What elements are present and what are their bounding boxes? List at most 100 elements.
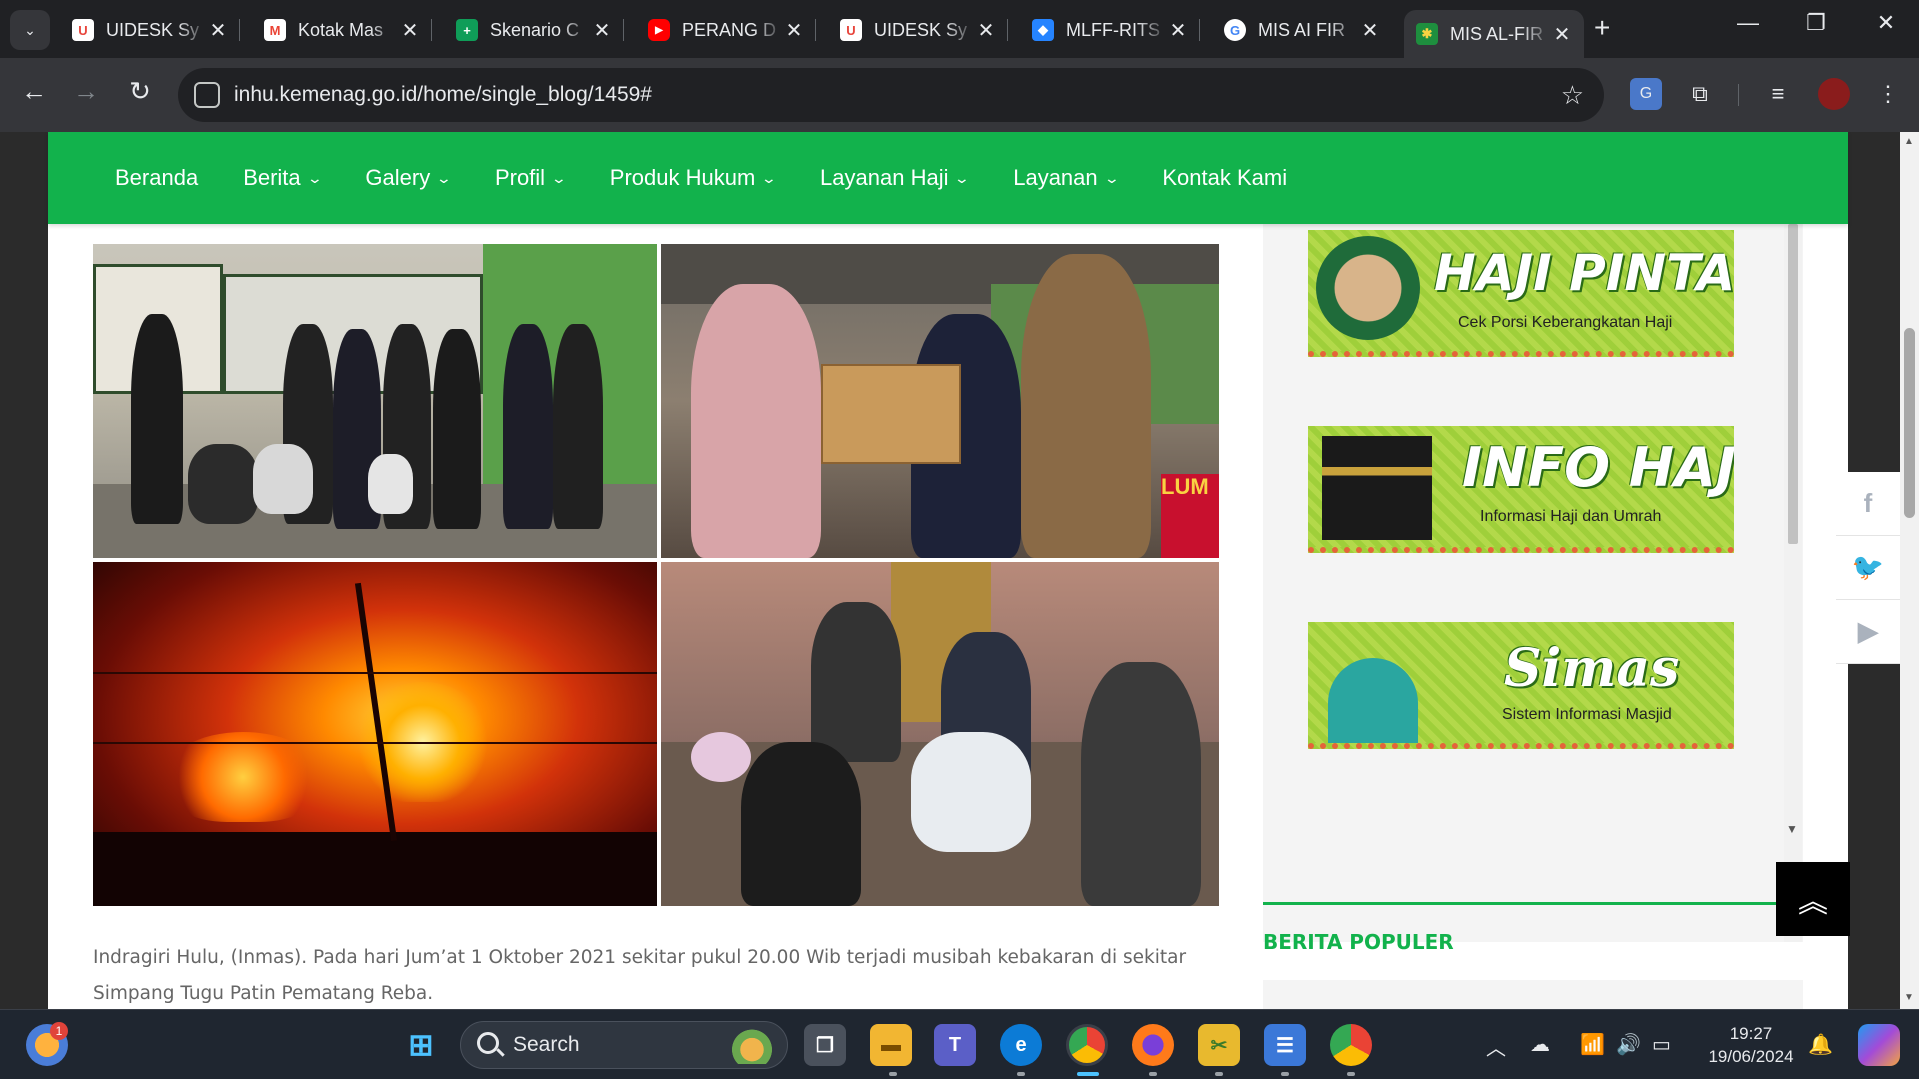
browser-tab[interactable]: + Skenario C ✕ [444, 10, 624, 50]
snipping-tool-icon[interactable]: ✂ [1198, 1024, 1240, 1066]
facebook-icon[interactable]: f [1836, 472, 1900, 536]
youtube-icon: ▶ [648, 19, 670, 41]
volume-icon[interactable]: 🔊 [1616, 1032, 1641, 1057]
photo-handover: LUM [661, 244, 1219, 558]
uidesk-icon: U [72, 19, 94, 41]
nav-profil[interactable]: Profil ⌄ [495, 165, 568, 191]
onedrive-icon[interactable]: ☁ [1530, 1032, 1550, 1057]
browser-tab[interactable]: M Kotak Mas ✕ [252, 10, 432, 50]
chrome-menu-icon[interactable]: ⋮ [1872, 78, 1904, 110]
nav-produk-hukum[interactable]: Produk Hukum ⌄ [610, 165, 778, 191]
scroll-down-arrow[interactable]: ▼ [1904, 992, 1914, 1003]
bookmark-star-icon[interactable]: ☆ [1561, 80, 1584, 111]
notification-badge: 1 [50, 1022, 68, 1040]
task-view-icon[interactable]: ❐ [804, 1024, 846, 1066]
show-hidden-icons-chevron[interactable]: ︿ [1486, 1032, 1506, 1061]
browser-tab[interactable]: ◆ MLFF-RITS ✕ [1020, 10, 1200, 50]
notification-bell-icon[interactable]: 🔔 [1808, 1032, 1833, 1057]
teams-icon[interactable]: T [934, 1024, 976, 1066]
edge-icon[interactable]: e [1000, 1024, 1042, 1066]
copilot-icon[interactable] [1858, 1024, 1900, 1066]
sidebar-scrollbar-thumb[interactable] [1788, 224, 1798, 544]
windows-taskbar: 1 ⊞ Search ❐ ▬ T e ✂ ☰ ︿ ☁ 📶 🔊 ▭ 19:27 1… [0, 1009, 1919, 1079]
minimize-button[interactable]: — [1718, 10, 1778, 36]
chevron-down-icon: ⌄ [550, 169, 568, 186]
restore-button[interactable]: ❐ [1786, 10, 1846, 36]
chevron-down-icon: ⌄ [954, 169, 971, 186]
notepad-icon[interactable]: ☰ [1264, 1024, 1306, 1066]
close-tab-icon[interactable]: ✕ [1552, 22, 1572, 47]
chrome-icon[interactable] [1066, 1024, 1108, 1066]
twitter-icon[interactable]: 🐦 [1836, 536, 1900, 600]
nav-layanan-haji[interactable]: Layanan Haji ⌄ [820, 165, 971, 191]
browser-tab-strip: ⌄ U UIDESK Sy ✕ M Kotak Mas ✕ + Skenario… [0, 0, 1919, 58]
reload-button[interactable]: ↻ [120, 76, 160, 107]
close-tab-icon[interactable]: ✕ [784, 18, 804, 43]
browser-tab[interactable]: U UIDESK Sy ✕ [828, 10, 1008, 50]
simas-banner[interactable]: Simas Sistem Informasi Masjid [1308, 622, 1734, 749]
back-button[interactable]: ← [14, 76, 54, 107]
firefox-icon[interactable] [1132, 1024, 1174, 1066]
browser-tab[interactable]: U UIDESK Sy ✕ [60, 10, 240, 50]
search-icon [477, 1032, 499, 1054]
gmail-icon: M [264, 19, 286, 41]
uidesk-icon: U [840, 19, 862, 41]
translate-icon[interactable]: G [1630, 78, 1662, 110]
taskbar-search-box[interactable]: Search [460, 1021, 788, 1069]
extensions-icon[interactable]: ⧉ [1684, 78, 1716, 110]
close-tab-icon[interactable]: ✕ [400, 18, 420, 43]
nav-beranda[interactable]: Beranda [115, 165, 198, 191]
profile-avatar[interactable] [1818, 78, 1850, 110]
browser-tab[interactable]: G MIS AI FIR ✕ [1212, 10, 1392, 50]
sidebar-scroll-down-arrow[interactable]: ▼ [1786, 822, 1798, 836]
close-tab-icon[interactable]: ✕ [592, 18, 612, 43]
haji-pintar-logo [1316, 236, 1420, 340]
media-control-icon[interactable]: ≡ [1762, 78, 1794, 110]
back-to-top-button[interactable]: ︽ [1776, 862, 1850, 936]
berita-populer-heading: BERITA POPULER [1263, 930, 1454, 954]
wifi-icon[interactable]: 📶 [1580, 1032, 1605, 1057]
page-scrollbar-thumb[interactable] [1904, 328, 1915, 518]
site-info-icon[interactable] [194, 82, 220, 108]
main-navigation: Beranda Berita ⌄ Galery ⌄ Profil ⌄ Produk H… [48, 132, 1848, 224]
url-text: inhu.kemenag.go.id/home/single_blog/1459… [234, 83, 652, 106]
file-explorer-icon[interactable]: ▬ [870, 1024, 912, 1066]
browser-tab[interactable]: ▶ PERANG D ✕ [636, 10, 816, 50]
kaaba-icon [1322, 436, 1432, 540]
browser-toolbar: ← → ↻ inhu.kemenag.go.id/home/single_blo… [0, 58, 1919, 132]
jira-icon: ◆ [1032, 19, 1054, 41]
kemenag-icon: ✱ [1416, 23, 1438, 45]
page-scrollbar[interactable]: ▲ ▼ [1900, 132, 1919, 1009]
haji-pintar-banner[interactable]: HAJI PINTAR Cek Porsi Keberangkatan Haji [1308, 230, 1734, 357]
chrome-work-profile-icon[interactable] [1330, 1024, 1372, 1066]
battery-icon[interactable]: ▭ [1652, 1032, 1671, 1057]
forward-button[interactable]: → [66, 76, 106, 107]
close-tab-icon[interactable]: ✕ [208, 18, 228, 43]
close-window-button[interactable]: ✕ [1856, 10, 1916, 36]
web-page: Beranda Berita ⌄ Galery ⌄ Profil ⌄ Produk H… [48, 132, 1900, 1009]
photo-fire [93, 562, 657, 906]
chevron-down-icon: ⌄ [1103, 169, 1120, 186]
info-haji-banner[interactable]: INFO HAJI Informasi Haji dan Umrah [1308, 426, 1734, 553]
google-icon: G [1224, 19, 1246, 41]
close-tab-icon[interactable]: ✕ [976, 18, 996, 43]
tab-search-button[interactable]: ⌄ [10, 10, 50, 50]
browser-tab-active[interactable]: ✱ MIS AL-FIR ✕ [1404, 10, 1584, 58]
address-bar[interactable]: inhu.kemenag.go.id/home/single_blog/1459… [178, 68, 1604, 122]
nav-kontak-kami[interactable]: Kontak Kami [1162, 165, 1287, 191]
nav-berita[interactable]: Berita ⌄ [243, 165, 323, 191]
chevron-down-icon: ⌄ [760, 169, 778, 186]
photo-gathering [661, 562, 1219, 906]
youtube-icon[interactable]: ▶ [1836, 600, 1900, 664]
system-clock[interactable]: 19:27 19/06/2024 [1696, 1022, 1806, 1068]
new-tab-button[interactable]: + [1594, 12, 1610, 44]
close-tab-icon[interactable]: ✕ [1168, 18, 1188, 43]
scroll-up-arrow[interactable]: ▲ [1904, 136, 1914, 147]
article-paragraph: Indragiri Hulu, (Inmas). Pada hari Jum’a… [93, 947, 1187, 1004]
nav-galery[interactable]: Galery ⌄ [365, 165, 452, 191]
windows-start-icon[interactable]: ⊞ [400, 1024, 442, 1066]
search-highlight-icon [727, 1028, 777, 1064]
close-tab-icon[interactable]: ✕ [1360, 18, 1380, 43]
sheets-icon: + [456, 19, 478, 41]
nav-layanan[interactable]: Layanan ⌄ [1013, 165, 1120, 191]
